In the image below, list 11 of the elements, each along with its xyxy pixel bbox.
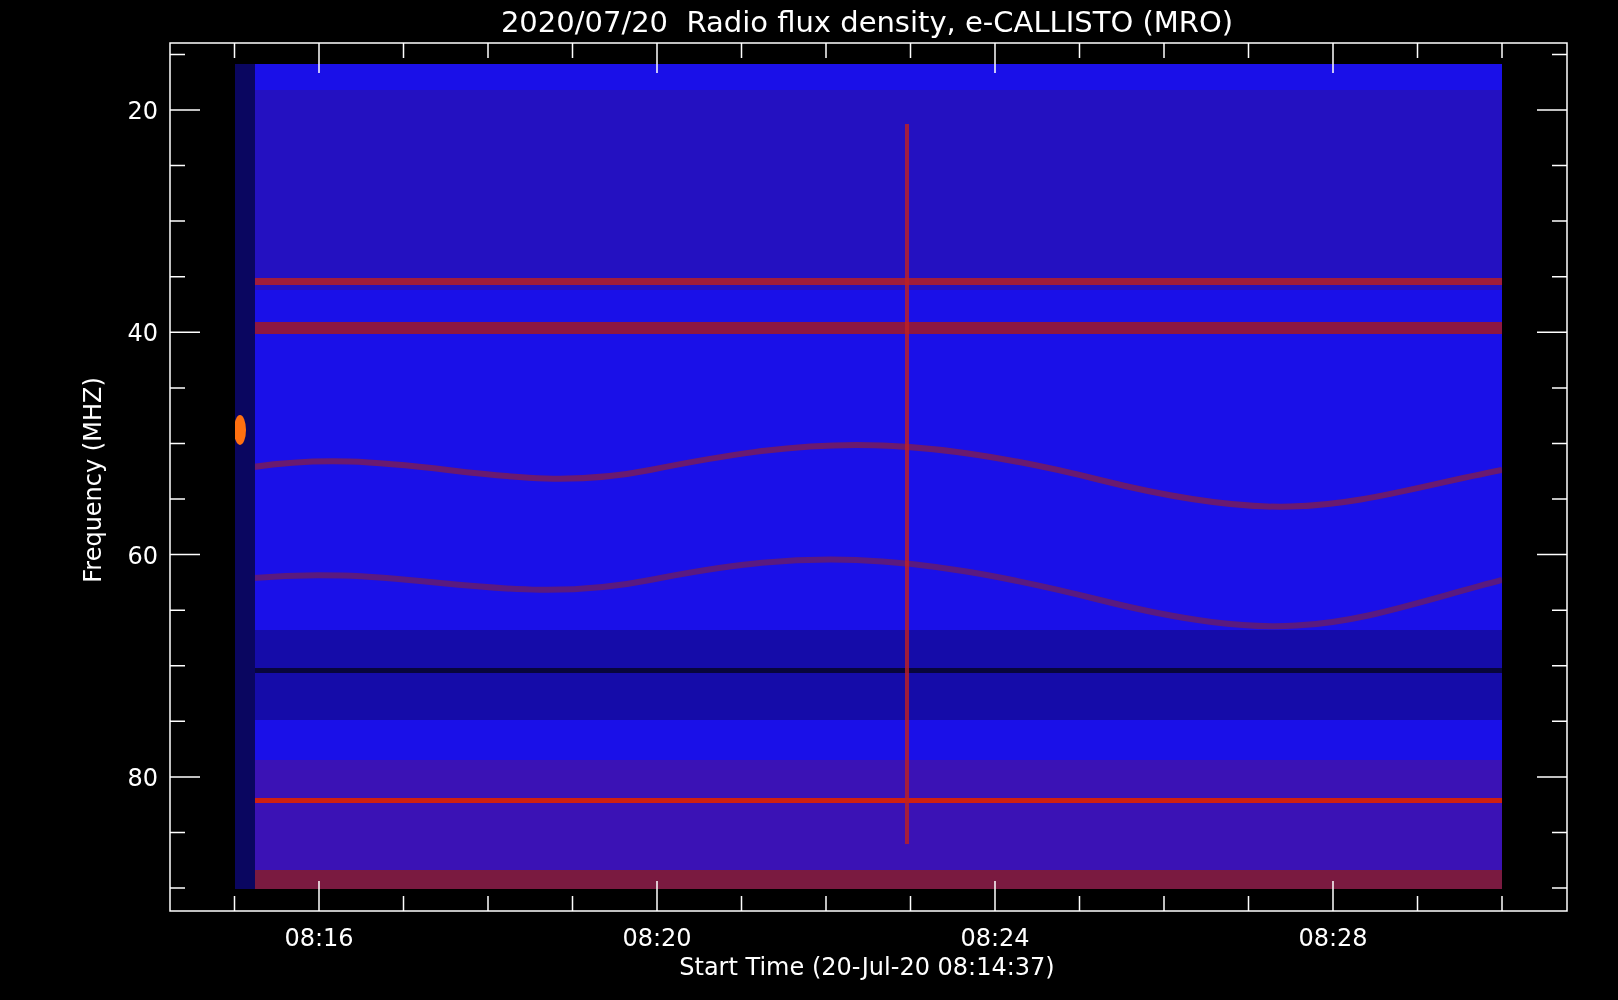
axis-title: Frequency (MHZ): [79, 377, 107, 583]
axis-tick-label: 20: [127, 97, 158, 125]
axis-tick-label: 08:24: [960, 924, 1030, 952]
axis-tick-label: 08:16: [284, 924, 354, 952]
axis-tick-label: 80: [127, 763, 158, 792]
axis-tick-label: 08:20: [622, 924, 692, 952]
axis-title: Start Time (20-Jul-20 08:14:37): [679, 953, 1055, 981]
axis-tick-label: 08:28: [1298, 924, 1368, 952]
chart-title: 2020/07/20 Radio flux density, e-CALLISTO (MRO): [500, 5, 1234, 39]
axis-tick-label: 40: [127, 319, 158, 348]
axis-tick-label: 60: [127, 541, 158, 570]
